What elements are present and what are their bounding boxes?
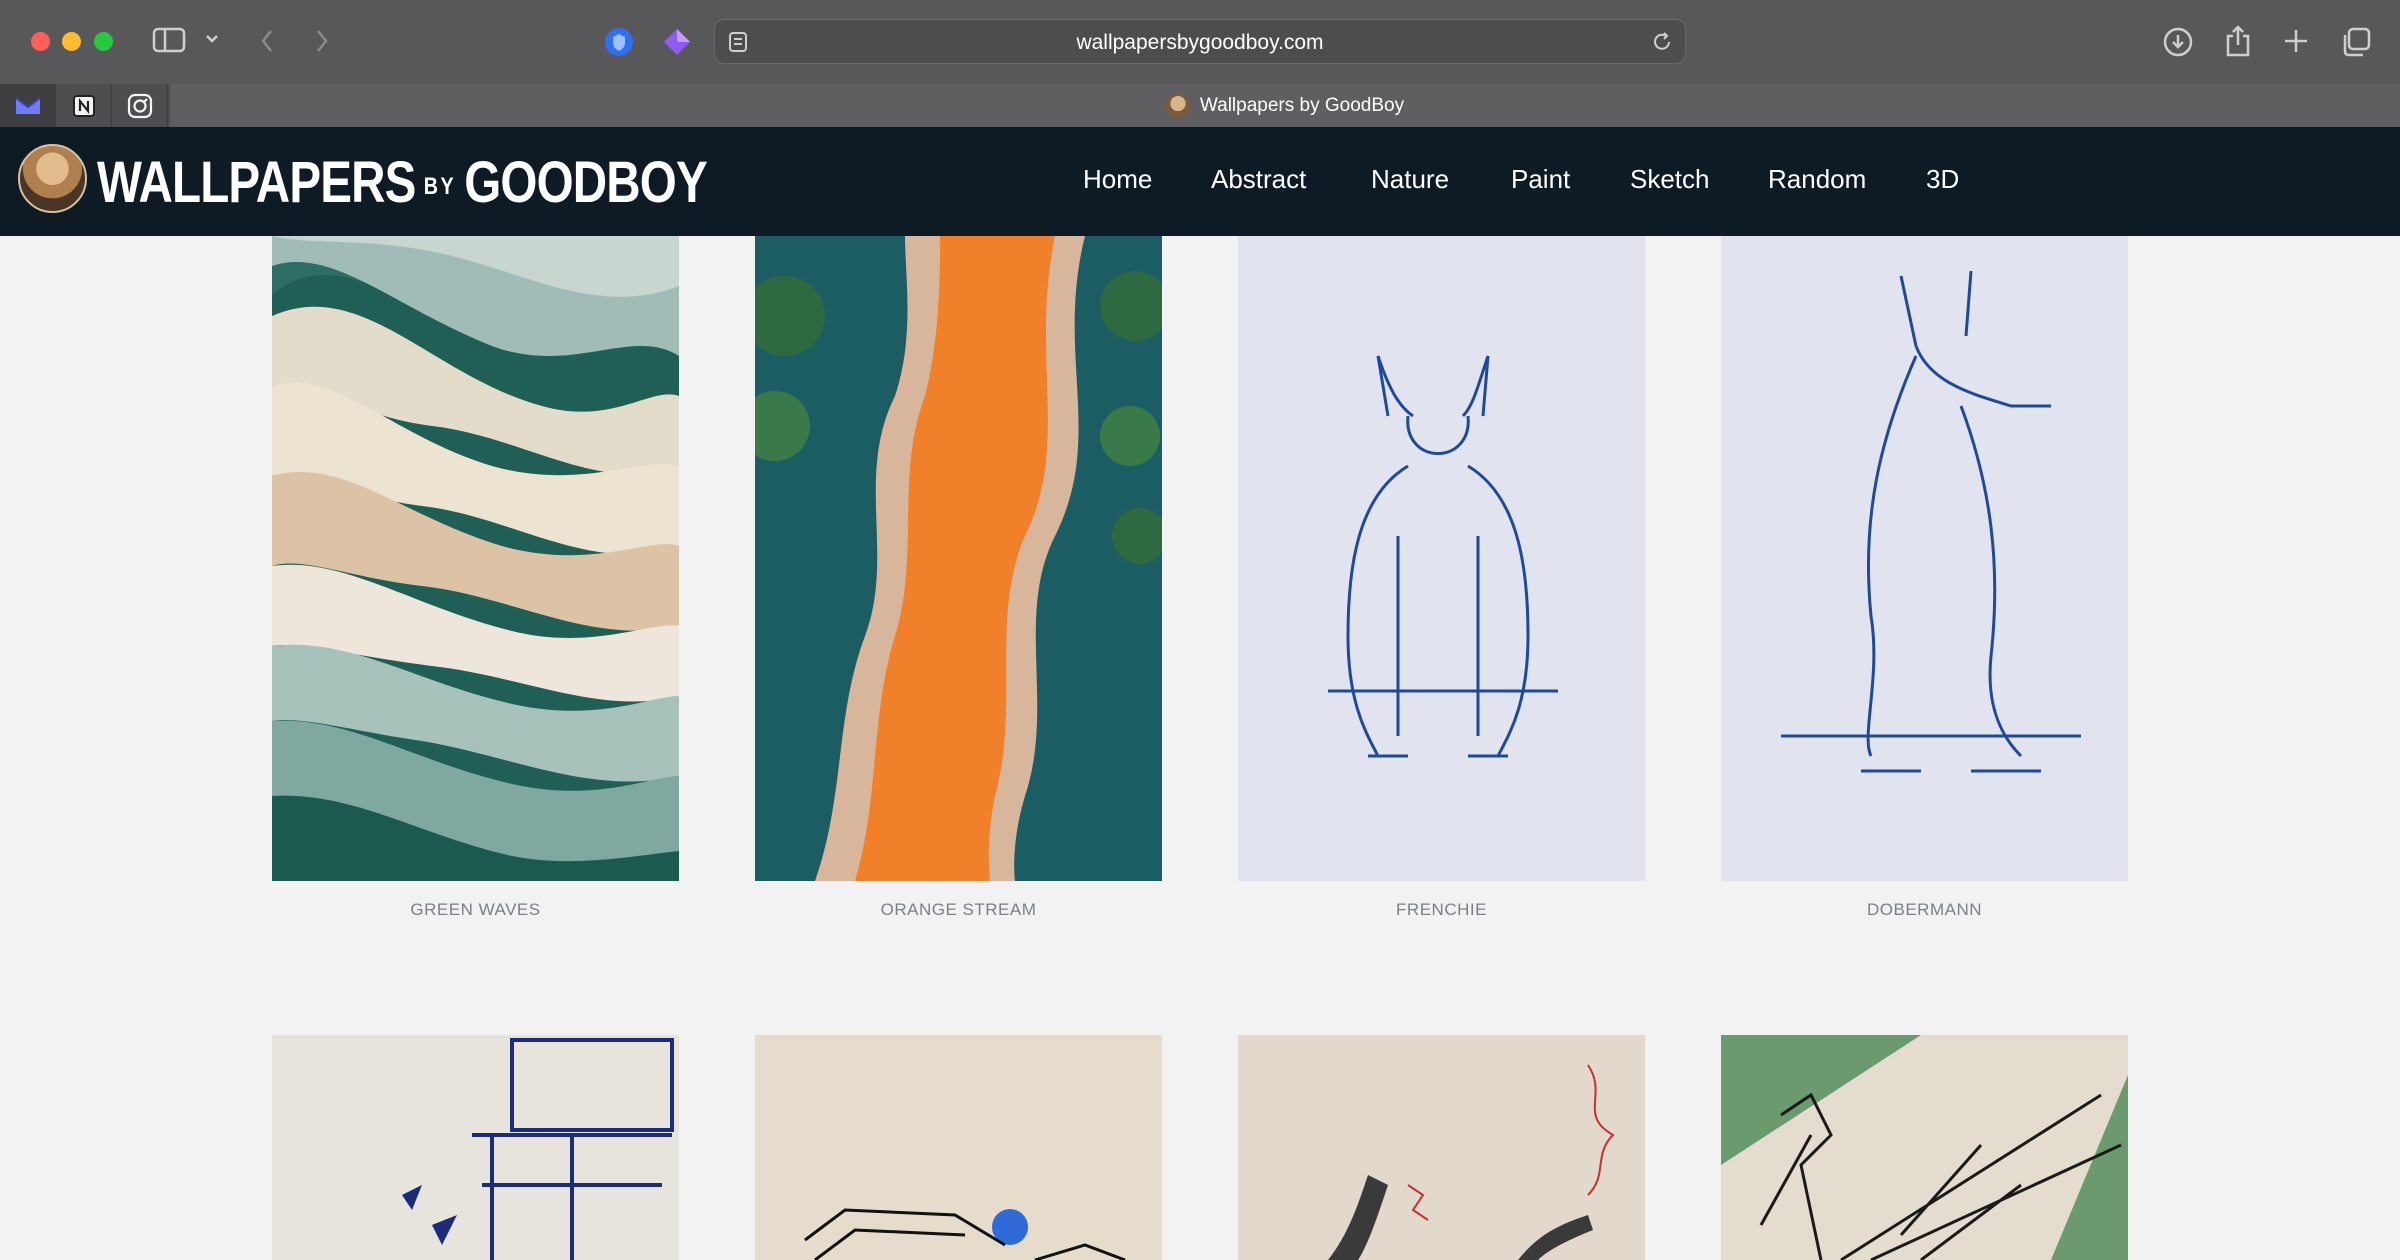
wallpaper-caption[interactable]: DOBERMANN [1721, 900, 2128, 920]
address-bar[interactable]: wallpapersbygoodboy.com [714, 19, 1686, 64]
nav-3d[interactable]: 3D [1926, 164, 1959, 195]
extension-diamond-icon[interactable] [661, 26, 693, 58]
forward-arrow-icon[interactable] [313, 27, 331, 55]
wallpaper-thumbnail[interactable] [1721, 236, 2128, 881]
url-text[interactable]: wallpapersbygoodboy.com [715, 20, 1685, 65]
sidebar-toggle-icon[interactable] [152, 26, 186, 54]
tab-bar: Wallpapers by GoodBoy [0, 84, 2400, 127]
reload-icon[interactable] [1651, 31, 1673, 53]
wallpaper-thumbnail[interactable] [1238, 236, 1645, 881]
close-window-button[interactable] [31, 32, 50, 51]
nav-abstract[interactable]: Abstract [1211, 164, 1306, 195]
wallpaper-thumbnail[interactable] [272, 1035, 679, 1260]
notion-icon [72, 94, 95, 117]
site-header: WALLPAPERS BY GOODBOY Home Abstract Nature… [0, 127, 2400, 236]
browser-toolbar: wallpapersbygoodboy.com [0, 0, 2400, 84]
active-tab-title: Wallpapers by GoodBoy [1199, 94, 1405, 116]
logo-by: BY [423, 172, 457, 200]
wallpaper-thumbnail[interactable] [1238, 1035, 1645, 1260]
mail-icon [14, 96, 41, 114]
wallpaper-gallery: GREEN WAVES ORANGE STREAM FRENCHIE DOBER… [0, 236, 2400, 1260]
app-icon [127, 93, 152, 118]
wallpaper-thumbnail[interactable] [755, 236, 1162, 881]
downloads-icon[interactable] [2162, 26, 2194, 58]
tab-overview-icon[interactable] [2340, 26, 2372, 58]
browser-chrome: wallpapersbygoodboy.com Wallpapers by Go… [0, 0, 2400, 127]
wallpaper-caption[interactable]: ORANGE STREAM [755, 900, 1162, 920]
wallpaper-thumbnail[interactable] [755, 1035, 1162, 1260]
site-logo[interactable]: WALLPAPERS BY GOODBOY [97, 149, 708, 216]
wallpaper-caption[interactable]: FRENCHIE [1238, 900, 1645, 920]
dog-favicon-icon [1165, 93, 1190, 118]
logo-main: WALLPAPERS [97, 150, 416, 215]
wallpaper-caption[interactable]: GREEN WAVES [272, 900, 679, 920]
nav-paint[interactable]: Paint [1511, 164, 1570, 195]
nav-nature[interactable]: Nature [1371, 164, 1449, 195]
dog-logo-icon[interactable] [18, 144, 87, 213]
wallpaper-thumbnail[interactable] [272, 236, 679, 881]
logo-brand: GOODBOY [464, 150, 707, 215]
active-tab[interactable]: Wallpapers by GoodBoy [170, 84, 2400, 127]
zoom-window-button[interactable] [94, 32, 113, 51]
extension-shield-icon[interactable] [603, 26, 635, 58]
pinned-tab-app[interactable] [112, 84, 168, 127]
wallpaper-thumbnail[interactable] [1721, 1035, 2128, 1260]
nav-random[interactable]: Random [1768, 164, 1866, 195]
minimize-window-button[interactable] [62, 32, 81, 51]
new-tab-icon[interactable] [2282, 27, 2310, 55]
nav-sketch[interactable]: Sketch [1630, 164, 1710, 195]
nav-home[interactable]: Home [1083, 164, 1152, 195]
chevron-down-icon[interactable] [204, 33, 220, 45]
share-icon[interactable] [2223, 24, 2253, 58]
pinned-tab-mail[interactable] [0, 84, 56, 127]
back-arrow-icon[interactable] [258, 27, 276, 55]
pinned-tab-notion[interactable] [56, 84, 112, 127]
